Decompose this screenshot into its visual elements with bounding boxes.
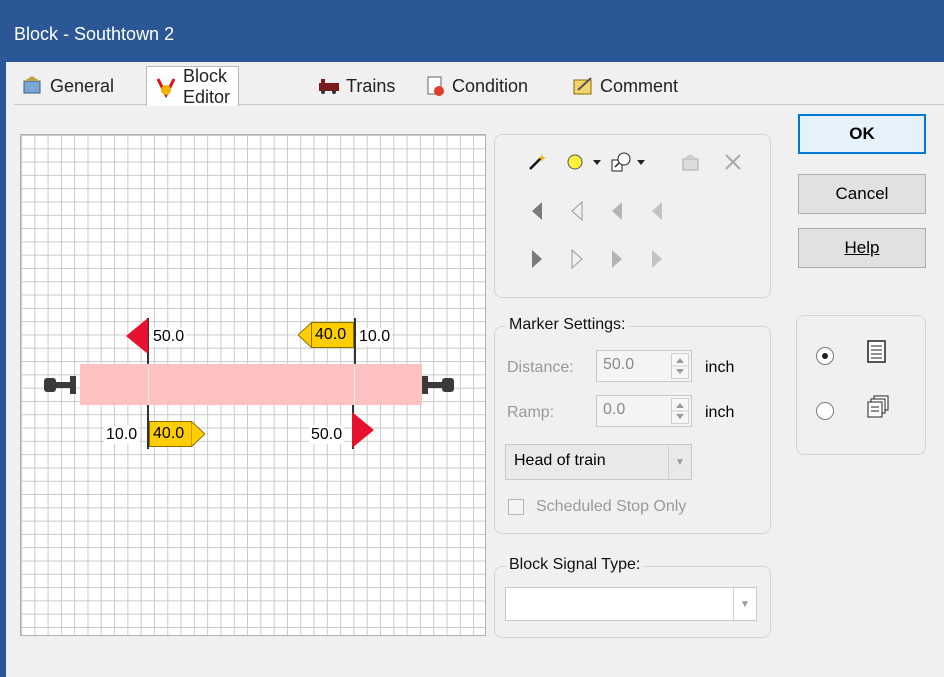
marker-right-outline-icon[interactable]: [565, 247, 589, 271]
ramp-input[interactable]: 0.0: [596, 395, 692, 427]
tab-block-editor-label: Block Editor: [183, 65, 231, 107]
speed-marker-arrow-icon[interactable]: [190, 419, 206, 452]
buffer-stop-left-icon[interactable]: [44, 374, 80, 401]
distance-spin-icon[interactable]: [671, 353, 689, 379]
general-icon: [22, 75, 44, 97]
marker-left-light-icon[interactable]: [645, 199, 669, 223]
marker-distance-label: 10.0: [357, 328, 393, 346]
train-position-value: Head of train: [514, 452, 606, 469]
marker-right-gray-icon[interactable]: [605, 247, 629, 271]
dropdown-arrow-icon[interactable]: [635, 150, 647, 174]
chevron-down-icon[interactable]: ▼: [733, 588, 756, 620]
ramp-unit: inch: [705, 404, 735, 421]
distance-label: Distance:: [507, 359, 574, 376]
view-mode-group: [796, 315, 926, 455]
tab-condition-label: Condition: [452, 75, 529, 96]
distance-unit: inch: [705, 359, 735, 376]
tab-comment-label: Comment: [600, 75, 679, 96]
trains-icon: [318, 75, 340, 97]
block-divider: [148, 364, 149, 405]
circle-marker-icon[interactable]: [563, 150, 587, 174]
marker-post: [354, 318, 356, 364]
tab-trains-label: Trains: [346, 75, 396, 96]
ramp-value: 0.0: [603, 401, 626, 418]
comment-icon: [572, 75, 594, 97]
tab-general-label: General: [50, 75, 115, 96]
distance-input[interactable]: 50.0: [596, 350, 692, 382]
block-bar[interactable]: [80, 364, 422, 405]
speed-marker-value: 40.0: [149, 421, 192, 447]
marker-left-gray-icon[interactable]: [605, 199, 629, 223]
block-editor-icon: [155, 76, 177, 98]
marker-distance-label: 50.0: [151, 328, 187, 346]
marker-right-light-icon[interactable]: [645, 247, 669, 271]
window-title: Block - Southtown 2: [14, 24, 175, 44]
toolbar-panel: [494, 134, 771, 298]
marker-left-outline-icon[interactable]: [565, 199, 589, 223]
block-signal-legend: Block Signal Type:: [506, 556, 644, 574]
view-multi-radio[interactable]: [816, 402, 834, 420]
block-divider: [354, 364, 355, 405]
cancel-button[interactable]: Cancel: [798, 174, 926, 214]
marker-distance-label: 10.0: [104, 426, 140, 444]
stop-marker-icon[interactable]: [352, 412, 376, 453]
marker-left-solid-icon[interactable]: [525, 199, 549, 223]
speed-marker-arrow-icon[interactable]: [297, 320, 313, 353]
multi-view-icon: [866, 395, 890, 424]
scheduled-stop-checkbox[interactable]: [508, 499, 524, 515]
chevron-down-icon[interactable]: ▼: [668, 445, 691, 479]
ramp-label: Ramp:: [507, 404, 555, 421]
delete-icon[interactable]: [721, 150, 745, 174]
view-list-radio[interactable]: [816, 347, 834, 365]
properties-icon[interactable]: [679, 150, 703, 174]
dropdown-arrow-icon[interactable]: [591, 150, 603, 174]
tab-general[interactable]: General: [22, 68, 114, 104]
block-signal-select[interactable]: ▼: [505, 587, 757, 621]
ramp-spin-icon[interactable]: [671, 398, 689, 424]
tab-condition[interactable]: Condition: [424, 68, 528, 104]
marker-distance-label: 50.0: [309, 426, 345, 444]
tab-trains[interactable]: Trains: [318, 68, 395, 104]
buffer-stop-right-icon[interactable]: [422, 374, 458, 401]
distance-value: 50.0: [603, 356, 635, 373]
signal-icon[interactable]: [609, 150, 633, 174]
scheduled-stop-label: Scheduled Stop Only: [536, 498, 687, 515]
train-position-select[interactable]: Head of train ▼: [505, 444, 692, 480]
speed-marker-value: 40.0: [311, 322, 354, 348]
list-view-icon: [866, 340, 888, 369]
title-bar: Block - Southtown 2: [0, 0, 944, 62]
magic-wand-icon[interactable]: [525, 150, 549, 174]
tab-comment[interactable]: Comment: [572, 68, 678, 104]
marker-right-solid-icon[interactable]: [525, 247, 549, 271]
ok-button[interactable]: OK: [798, 114, 926, 154]
tab-block-editor[interactable]: Block Editor: [146, 65, 240, 107]
help-button[interactable]: Help: [798, 228, 926, 268]
condition-icon: [424, 75, 446, 97]
marker-settings-legend: Marker Settings:: [506, 316, 629, 334]
stop-marker-icon[interactable]: [126, 318, 150, 359]
